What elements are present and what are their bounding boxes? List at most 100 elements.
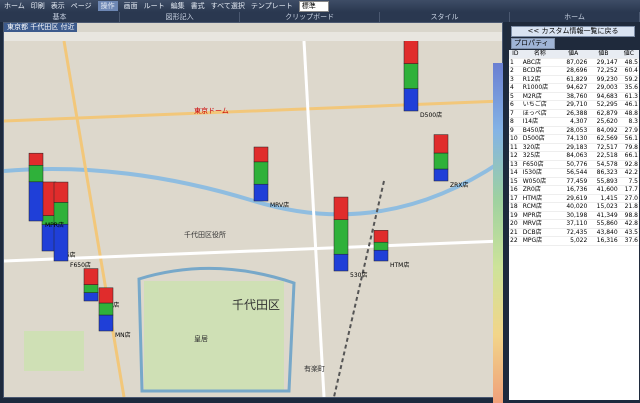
table-row[interactable]: 7 ほっぺ店 26,388 62,879 48.8 xyxy=(509,109,639,118)
menu-operate[interactable]: 操作 xyxy=(97,1,118,11)
menu-print[interactable]: 印刷 xyxy=(31,1,45,11)
table-cell: 48.5 xyxy=(618,58,639,67)
bar-segment-6-0[interactable] xyxy=(333,196,349,220)
menu-edit[interactable]: 編集 xyxy=(171,1,185,11)
select-all-button[interactable]: すべて選択 xyxy=(211,1,245,11)
table-row[interactable]: 2 BCD店 28,696 72,252 60.4 xyxy=(509,66,639,76)
table-row[interactable]: 16 ZR0店 16,736 41,600 17.7 xyxy=(509,185,639,195)
table-cell: 29,147 xyxy=(588,58,619,67)
bar-segment-2-2[interactable] xyxy=(83,292,99,302)
table-cell: 42.8 xyxy=(618,219,639,229)
bar-label: D500店 xyxy=(420,111,442,119)
table-cell: 19 xyxy=(509,211,522,220)
table-row[interactable]: 14 I530店 56,544 86,323 42.2 xyxy=(509,168,639,178)
table-row[interactable]: 9 B450店 28,053 84,092 27.9 xyxy=(509,126,639,135)
menu-route[interactable]: ルート xyxy=(144,1,165,11)
table-cell: ABC店 xyxy=(521,58,558,67)
table-cell: 7 xyxy=(509,109,522,118)
map-canvas[interactable]: 千代田区 皇居 東京ドーム 千代田区役所 有楽町 325店F650店RCM店MN… xyxy=(4,41,502,397)
menu-format[interactable]: 書式 xyxy=(191,1,205,11)
bar-segment-3-0[interactable] xyxy=(98,287,114,304)
table-cell: 5 xyxy=(509,92,522,101)
table-cell: MPR店 xyxy=(521,211,558,220)
table-row[interactable]: 6 いちご店 29,710 52,295 46.1 xyxy=(509,100,639,110)
bar-segment-7-1[interactable] xyxy=(373,241,389,251)
column-header[interactable]: 値A xyxy=(557,50,589,59)
bar-segment-3-2[interactable] xyxy=(98,314,114,332)
table-row[interactable]: 3 R12店 61,829 99,230 59.2 xyxy=(509,75,639,84)
map-window[interactable]: 東京都 千代田区 付近 千代田区 皇居 東京ドーム 千代田区役所 有楽町 325… xyxy=(3,22,503,403)
bar-segment-8-0[interactable] xyxy=(28,152,44,166)
table-cell: 28,696 xyxy=(557,66,589,76)
bar-segment-7-2[interactable] xyxy=(373,249,389,262)
table-cell: I530店 xyxy=(521,168,558,178)
bar-segment-5-2[interactable] xyxy=(433,168,449,182)
table-row[interactable]: 11 320店 29,183 72,517 79.8 xyxy=(509,143,639,152)
data-table[interactable]: ID 名称 値A 値B 値C 1 ABC店 87,026 29,147 48.5 2 BCD店 28,… xyxy=(509,50,639,400)
column-header[interactable]: 値B xyxy=(588,50,619,59)
bar-segment-4-1[interactable] xyxy=(403,63,419,89)
table-cell: ZR0店 xyxy=(521,185,558,195)
top-bar: ホーム 印刷 表示 ページ 操作 画面 ルート 編集 書式 すべて選択 テンプレ… xyxy=(0,0,640,12)
column-header[interactable]: ID xyxy=(509,50,522,59)
place-label-6: 有楽町 xyxy=(304,364,325,373)
table-row[interactable]: 18 RCM店 40,020 15,023 21.8 xyxy=(509,202,639,212)
bar-segment-2-0[interactable] xyxy=(83,268,99,285)
table-cell: 15,023 xyxy=(588,202,619,212)
bar-label: MN店 xyxy=(115,331,131,339)
menu-screen[interactable]: 画面 xyxy=(124,1,138,11)
bar-segment-4-0[interactable] xyxy=(403,41,419,64)
menu-home[interactable]: ホーム xyxy=(4,1,25,11)
table-row[interactable]: 10 D500店 74,130 62,569 56.1 xyxy=(509,134,639,144)
column-header[interactable]: 名称 xyxy=(521,50,558,59)
table-row[interactable]: 8 I14店 4,307 25,620 8.3 xyxy=(509,117,639,127)
table-cell: 55,860 xyxy=(588,219,619,229)
table-cell: 62,879 xyxy=(588,109,619,118)
table-row[interactable]: 22 MPG店 5,022 16,316 37.6 xyxy=(509,236,639,246)
table-cell: 87,026 xyxy=(557,58,589,67)
table-cell: 3 xyxy=(509,75,522,84)
table-row[interactable]: 21 DCB店 72,435 43,840 43.5 xyxy=(509,228,639,237)
bar-segment-8-1[interactable] xyxy=(28,165,44,183)
table-cell: 94,683 xyxy=(588,92,619,101)
table-header: ID 名称 値A 値B 値C xyxy=(509,50,639,59)
table-cell: 43,840 xyxy=(588,228,619,237)
table-cell: 17 xyxy=(509,194,522,203)
bar-segment-9-0[interactable] xyxy=(253,146,269,163)
table-cell: D500店 xyxy=(521,134,558,144)
bar-segment-7-0[interactable] xyxy=(373,230,389,243)
bar-segment-9-1[interactable] xyxy=(253,161,269,185)
property-button[interactable]: プロパティ xyxy=(511,38,555,49)
map-tab[interactable]: 東京都 千代田区 付近 xyxy=(4,23,78,32)
menu-view[interactable]: 表示 xyxy=(51,1,65,11)
table-row[interactable]: 17 HTM店 29,619 1,415 27.0 xyxy=(509,194,639,203)
bar-segment-2-1[interactable] xyxy=(83,284,99,293)
template-select[interactable]: 標準 xyxy=(298,0,329,12)
bar-segment-8-2[interactable] xyxy=(28,181,44,222)
bar-segment-3-1[interactable] xyxy=(98,302,114,316)
menu-page[interactable]: ページ xyxy=(71,1,92,11)
table-row[interactable]: 19 MPR店 30,198 41,349 98.8 xyxy=(509,211,639,220)
table-cell: 12 xyxy=(509,151,522,161)
bar-segment-1-0[interactable] xyxy=(53,181,69,203)
bar-segment-1-1[interactable] xyxy=(53,202,69,225)
bar-segment-9-2[interactable] xyxy=(253,183,269,202)
table-row[interactable]: 13 F650店 50,776 54,578 92.8 xyxy=(509,160,639,169)
bar-segment-6-1[interactable] xyxy=(333,219,349,255)
table-cell: 22,518 xyxy=(588,151,619,161)
bar-segment-4-2[interactable] xyxy=(403,88,419,112)
bar-segment-5-0[interactable] xyxy=(433,134,449,154)
table-row[interactable]: 12 325店 84,063 22,518 66.1 xyxy=(509,151,639,161)
bar-segment-5-1[interactable] xyxy=(433,152,449,170)
table-row[interactable]: 4 R1000店 94,627 29,003 35.6 xyxy=(509,83,639,93)
bar-label: MRV店 xyxy=(270,201,289,209)
table-row[interactable]: 5 M2R店 38,760 94,683 61.3 xyxy=(509,92,639,101)
bar-segment-6-2[interactable] xyxy=(333,253,349,272)
table-cell: 16,316 xyxy=(588,236,619,246)
table-row[interactable]: 1 ABC店 87,026 29,147 48.5 xyxy=(509,58,639,67)
column-header[interactable]: 値C xyxy=(618,50,639,59)
bar-segment-1-2[interactable] xyxy=(53,223,69,262)
table-row[interactable]: 15 W050店 77,459 55,893 7.5 xyxy=(509,177,639,186)
table-row[interactable]: 20 MRV店 37,110 55,860 42.8 xyxy=(509,219,639,229)
back-to-list-button[interactable]: << カスタム情報一覧に戻る xyxy=(511,26,635,37)
